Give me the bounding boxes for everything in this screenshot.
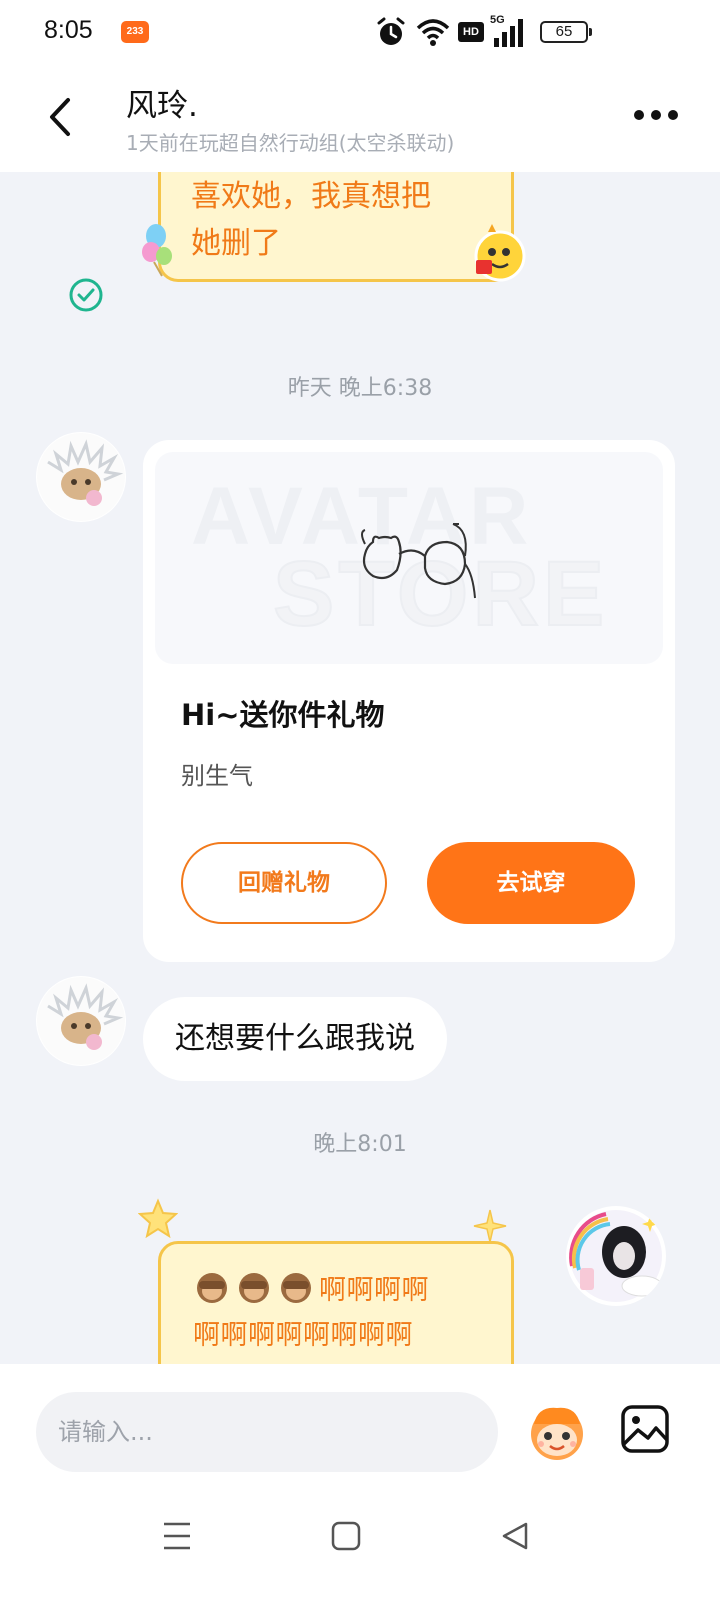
message-timestamp: 昨天 晚上6:38 <box>287 376 433 401</box>
message-text-line: 啊啊啊啊 <box>193 1268 481 1313</box>
message-text: 啊啊啊啊 <box>319 1275 429 1306</box>
see-no-evil-monkey-icon <box>281 1273 311 1303</box>
avatar-image <box>37 433 125 521</box>
avatar-image <box>569 1210 663 1302</box>
system-nav-bar <box>0 1480 720 1600</box>
alarm-icon <box>377 17 405 45</box>
status-time: 8:05 <box>44 16 93 44</box>
message-list[interactable]: 喜欢她，我真想把 她删了 昨天 晚上6:38 AVATAR STORE Hi~送… <box>0 172 720 1364</box>
glasses-item-icon <box>361 523 476 599</box>
gift-card[interactable]: AVATAR STORE Hi~送你件礼物 别生气 回赠礼物 去试穿 <box>143 440 675 962</box>
return-gift-button[interactable]: 回赠礼物 <box>181 842 387 924</box>
see-no-evil-monkey-icon <box>197 1273 227 1303</box>
star-sticker-icon <box>138 1198 178 1238</box>
message-text-line: 她删了 <box>191 226 281 261</box>
try-on-button[interactable]: 去试穿 <box>427 842 635 924</box>
contact-name[interactable]: 风玲. <box>126 80 198 125</box>
gift-subtitle: 别生气 <box>181 762 253 790</box>
avatar-image <box>37 977 125 1065</box>
message-text-line: 啊啊啊啊啊啊啊啊 <box>193 1320 413 1351</box>
my-avatar[interactable] <box>566 1206 666 1306</box>
signal-icon <box>494 19 523 47</box>
message-text-line: 喜欢她，我真想把 <box>191 179 431 214</box>
message-input[interactable] <box>36 1392 498 1472</box>
more-icon[interactable] <box>634 108 678 122</box>
sent-message-bubble[interactable]: 喜欢她，我真想把 她删了 <box>158 172 514 282</box>
gift-preview-image[interactable]: AVATAR STORE <box>155 452 663 664</box>
input-bar <box>0 1364 720 1480</box>
balloon-icon <box>142 224 172 277</box>
home-icon[interactable] <box>330 1520 362 1552</box>
message-timestamp: 晚上8:01 <box>313 1132 407 1157</box>
sent-message-bubble[interactable]: 啊啊啊啊 啊啊啊啊啊啊啊啊 <box>158 1241 514 1364</box>
contact-avatar[interactable] <box>36 976 126 1066</box>
mascot-sticker-icon <box>474 224 526 282</box>
hd-icon: HD <box>458 22 484 42</box>
wifi-icon <box>416 19 450 46</box>
battery-icon: 65 <box>540 21 592 43</box>
mascot-emoji-icon[interactable] <box>524 1400 590 1464</box>
see-no-evil-monkey-icon <box>239 1273 269 1303</box>
contact-status: 1天前在玩超自然行动组(太空杀联动) <box>126 131 455 155</box>
image-icon[interactable] <box>620 1404 670 1454</box>
contact-avatar[interactable] <box>36 432 126 522</box>
sparkle-icon <box>473 1209 507 1243</box>
menu-icon[interactable] <box>162 1520 192 1552</box>
received-message-bubble[interactable]: 还想要什么跟我说 <box>143 997 447 1081</box>
back-nav-icon[interactable] <box>500 1520 530 1552</box>
back-icon[interactable] <box>42 94 78 140</box>
gift-title: Hi~送你件礼物 <box>181 698 385 732</box>
app-badge-icon: 233 <box>121 21 149 43</box>
chat-header: 风玲. 1天前在玩超自然行动组(太空杀联动) <box>0 66 720 172</box>
status-bar: 8:05 233 HD 5G 65 <box>0 0 720 66</box>
read-check-icon <box>69 278 103 312</box>
